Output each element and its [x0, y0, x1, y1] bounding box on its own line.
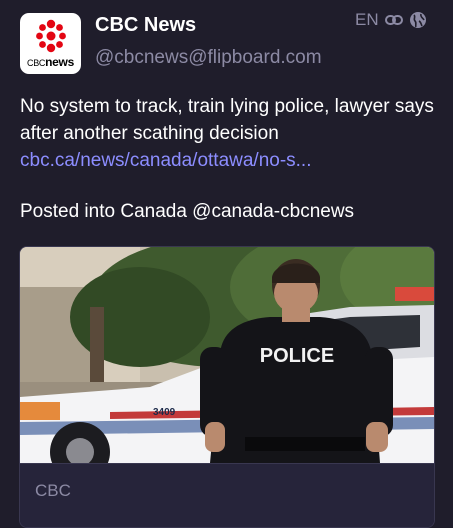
link-preview-card[interactable]: 3409 POLICE CBC [19, 246, 435, 528]
car-number: 3409 [153, 407, 176, 418]
posted-into-line: Posted into Canada @canada-cbcnews [20, 201, 355, 222]
police-vest-text: POLICE [260, 345, 334, 367]
card-footer: CBC [20, 463, 434, 527]
link-icon [384, 15, 403, 25]
display-name[interactable]: CBC News [95, 14, 196, 37]
card-source: CBC [35, 481, 71, 500]
article-link[interactable]: cbc.ca/news/canada/ottawa/no-s... [20, 147, 435, 174]
account-handle[interactable]: @cbcnews@flipboard.com [95, 47, 322, 69]
language-badge: EN [355, 10, 379, 29]
globe-icon [409, 12, 426, 28]
post-content: No system to track, train lying police, … [20, 93, 435, 174]
cbc-gem-logo-icon [36, 19, 66, 53]
article-photo: 3409 POLICE [20, 247, 434, 463]
post-meta: EN [355, 10, 427, 30]
post-text: No system to track, train lying police, … [20, 96, 434, 144]
avatar-brand: CBCnews [27, 55, 74, 69]
account-avatar[interactable]: CBCnews [20, 13, 81, 74]
